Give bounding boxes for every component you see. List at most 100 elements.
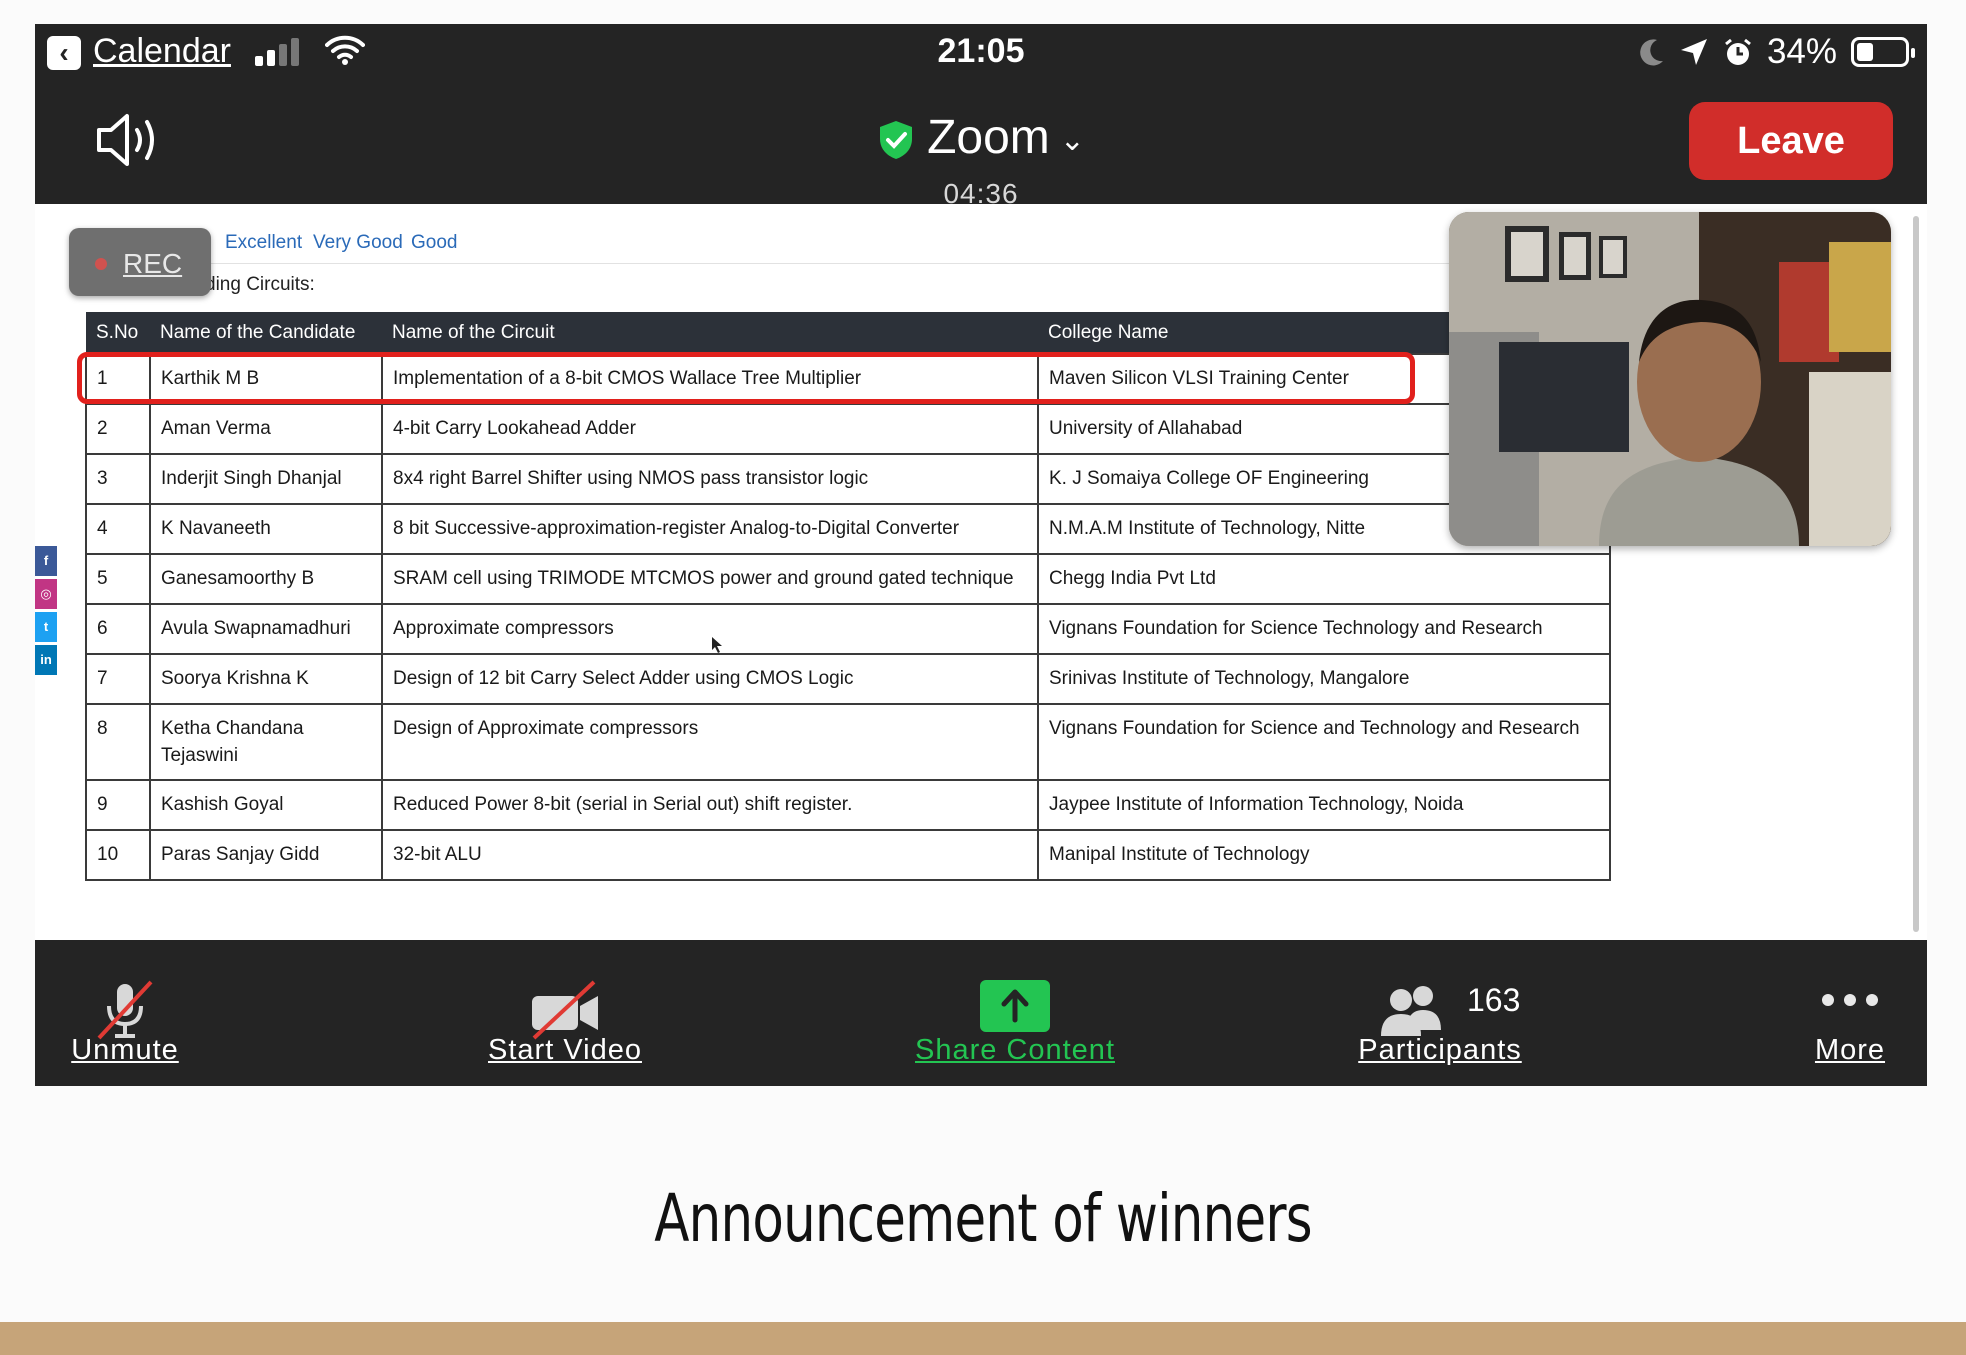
alarm-icon: [1725, 38, 1751, 65]
circuit-name-cell: Design of 12 bit Carry Select Adder usin…: [381, 653, 1039, 705]
status-bar: ‹ Calendar 21:05 34%: [35, 24, 1927, 80]
college-name-cell: Chegg India Pvt Ltd: [1037, 553, 1611, 605]
table-row: 8 Ketha Chandana Tejaswini Design of Appro…: [85, 703, 1611, 781]
candidate-name-cell: Avula Swapnamadhuri: [149, 603, 383, 655]
share-content-label: Share Content: [914, 1034, 1115, 1066]
tab-good[interactable]: Good: [411, 232, 457, 254]
participants-button[interactable]: 163 Participants: [1305, 940, 1575, 1086]
candidate-name-cell: K Navaneeth: [149, 503, 383, 555]
slide: ‹ Calendar 21:05 34% Zoom ⌄ 04:36 Leave …: [0, 0, 1966, 1355]
more-label: More: [1814, 1034, 1886, 1066]
share-content-button[interactable]: Share Content: [865, 940, 1165, 1086]
serial-number-cell: 7: [85, 653, 151, 705]
rating-tabs: Excellent Very Good Good: [85, 224, 1585, 264]
circuit-name-cell: Implementation of a 8-bit CMOS Wallace T…: [381, 353, 1039, 405]
circuit-name-cell: 8x4 right Barrel Shifter using NMOS pass…: [381, 453, 1039, 505]
content-scrollbar[interactable]: [1913, 216, 1919, 932]
unmute-label: Unmute: [71, 1034, 179, 1066]
start-video-label: Start Video: [488, 1034, 642, 1066]
more-dots-icon: [1822, 994, 1878, 1006]
serial-number-cell: 9: [85, 779, 151, 831]
circuit-name-cell: 4-bit Carry Lookahead Adder: [381, 403, 1039, 455]
speaker-video-image: [1449, 212, 1891, 546]
candidate-name-cell: Karthik M B: [149, 353, 383, 405]
tab-excellent[interactable]: Excellent: [225, 232, 302, 254]
twitter-icon[interactable]: t: [35, 612, 57, 642]
participant-video-tile[interactable]: [1449, 212, 1891, 546]
table-row: 3 Inderjit Singh Dhanjal 8x4 right Barrel …: [85, 453, 1611, 505]
unmute-button[interactable]: Unmute: [55, 940, 195, 1086]
battery-level: [1857, 43, 1873, 61]
candidate-name-cell: Inderjit Singh Dhanjal: [149, 453, 383, 505]
facebook-icon[interactable]: f: [35, 546, 57, 576]
location-arrow-icon: [1680, 39, 1707, 65]
meeting-title[interactable]: Zoom ⌄: [35, 110, 1927, 165]
shared-screen: Excellent Very Good Good ding Circuits: …: [35, 204, 1927, 940]
college-name-cell: Vignans Foundation for Science and Techn…: [1037, 703, 1611, 781]
leave-button[interactable]: Leave: [1689, 102, 1893, 180]
circuit-name-cell: 32-bit ALU: [381, 829, 1039, 881]
serial-number-cell: 2: [85, 403, 151, 455]
serial-number-cell: 6: [85, 603, 151, 655]
more-button[interactable]: More: [1795, 940, 1905, 1086]
college-name-cell: Manipal Institute of Technology: [1037, 829, 1611, 881]
circuit-name-cell: 8 bit Successive-approximation-register …: [381, 503, 1039, 555]
candidate-name-cell: Soorya Krishna K: [149, 653, 383, 705]
circuit-name-cell: Approximate compressors: [381, 603, 1039, 655]
muted-microphone-icon: [97, 980, 153, 1040]
tab-very-good[interactable]: Very Good: [313, 232, 403, 254]
moon-icon: [1640, 39, 1663, 66]
winners-table: S.No Name of the Candidate Name of the C…: [85, 312, 1611, 881]
candidate-name-cell: Kashish Goyal: [149, 779, 383, 831]
candidate-name-cell: Paras Sanjay Gidd: [149, 829, 383, 881]
table-row: 10 Paras Sanjay Gidd 32-bit ALU Manipal Ins…: [85, 829, 1611, 881]
social-share-bar: f ◎ t in: [35, 546, 57, 678]
candidate-name-cell: Ketha Chandana Tejaswini: [149, 703, 383, 781]
footer-bar: [0, 1322, 1966, 1355]
participants-icon: [1381, 986, 1441, 1036]
circuit-name-cell: Design of Approximate compressors: [381, 703, 1039, 781]
participant-count: 163: [1467, 982, 1521, 1018]
meeting-title-text: Zoom: [927, 111, 1050, 164]
serial-number-cell: 10: [85, 829, 151, 881]
table-row: 2 Aman Verma 4-bit Carry Lookahead Adder Un…: [85, 403, 1611, 455]
candidate-name-cell: Aman Verma: [149, 403, 383, 455]
column-header: Name of the Candidate: [150, 312, 382, 354]
linkedin-icon[interactable]: in: [35, 645, 57, 675]
college-name-cell: Vignans Foundation for Science Technolog…: [1037, 603, 1611, 655]
serial-number-cell: 3: [85, 453, 151, 505]
participants-label: Participants: [1358, 1034, 1522, 1066]
table-row: 7 Soorya Krishna K Design of 12 bit Carry …: [85, 653, 1611, 705]
column-header: S.No: [86, 312, 150, 354]
circuit-name-cell: SRAM cell using TRIMODE MTCMOS power and…: [381, 553, 1039, 605]
phone-screen: ‹ Calendar 21:05 34% Zoom ⌄ 04:36 Leave …: [35, 24, 1927, 1086]
table-row: 5 Ganesamoorthy B SRAM cell using TRIMODE …: [85, 553, 1611, 605]
candidate-name-cell: Ganesamoorthy B: [149, 553, 383, 605]
recording-label: REC: [123, 248, 183, 279]
serial-number-cell: 4: [85, 503, 151, 555]
serial-number-cell: 1: [85, 353, 151, 405]
table-row: 6 Avula Swapnamadhuri Approximate compress…: [85, 603, 1611, 655]
slide-caption: Announcement of winners: [654, 1180, 1312, 1257]
table-row: 4K Navaneeth 8 bit Successive-approximati…: [85, 503, 1611, 555]
share-arrow-icon: [980, 980, 1050, 1032]
start-video-button[interactable]: Start Video: [465, 940, 665, 1086]
status-right: 34%: [1639, 32, 1915, 72]
encryption-shield-icon: [880, 121, 913, 160]
recording-indicator[interactable]: REC: [69, 228, 211, 296]
circuit-name-cell: Reduced Power 8-bit (serial in Serial ou…: [381, 779, 1039, 831]
chevron-down-icon: ⌄: [1059, 123, 1085, 157]
instagram-icon[interactable]: ◎: [35, 579, 57, 609]
battery-percent: 34%: [1766, 32, 1837, 71]
meeting-header: Zoom ⌄ 04:36 Leave: [35, 80, 1927, 209]
table-row: 9 Kashish Goyal Reduced Power 8-bit (seria…: [85, 779, 1611, 831]
column-header: Name of the Circuit: [382, 312, 1038, 354]
record-dot-icon: [95, 258, 107, 270]
college-name-cell: Srinivas Institute of Technology, Mangal…: [1037, 653, 1611, 705]
table-row: 1 Karthik M B Implementation of a 8-bit CM…: [85, 353, 1611, 405]
table-header-row: S.No Name of the Candidate Name of the C…: [86, 312, 1610, 354]
college-name-cell: Jaypee Institute of Information Technolo…: [1037, 779, 1611, 831]
serial-number-cell: 5: [85, 553, 151, 605]
mouse-cursor-icon: [712, 637, 722, 653]
meeting-toolbar: Unmute Start Video Share Content 163 Par…: [35, 940, 1927, 1086]
